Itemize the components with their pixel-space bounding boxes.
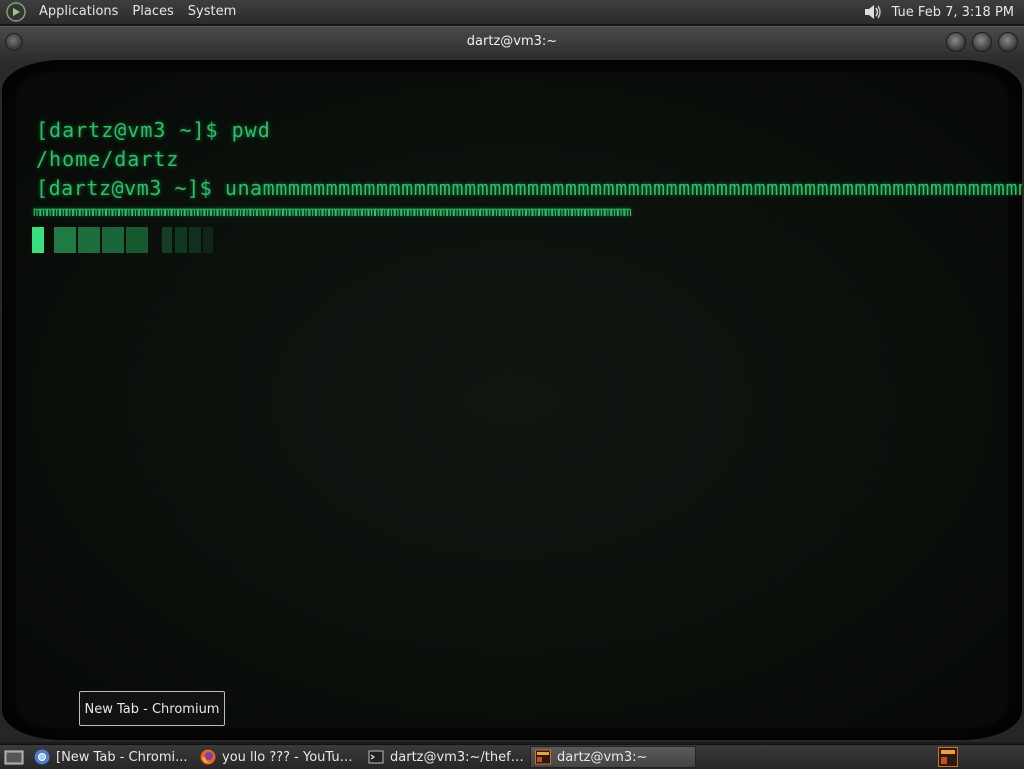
cursor-ghost [203,227,213,253]
task-label: dartz@vm3:~/thefuck [390,749,524,765]
task-chromium[interactable]: [New Tab - Chromi... [30,746,194,768]
panel-tray: Tue Feb 7, 3:18 PM [862,1,1024,23]
applications-logo-icon[interactable] [6,2,26,22]
volume-icon[interactable] [862,1,884,23]
crt-terminal-screen[interactable]: [dartz@vm3 ~]$ pwd /home/dartz [dartz@vm… [2,60,1022,740]
task-terminal-thefuck[interactable]: dartz@vm3:~/thefuck [364,746,528,768]
tray-crt-terminal-icon[interactable] [938,747,958,767]
window-titlebar[interactable]: dartz@vm3:~ [0,26,1024,57]
taskbar-tooltip: New Tab - Chromium [79,691,225,726]
cursor-ghost [78,227,100,253]
terminal-icon [368,750,384,764]
crt-terminal-icon [535,749,551,765]
clock[interactable]: Tue Feb 7, 3:18 PM [892,5,1024,20]
cursor-ghost [162,227,172,253]
cursor-ghost [189,227,201,253]
menu-applications[interactable]: Applications [32,0,125,24]
terminal-line-2: /home/dartz [36,147,180,171]
cursor-ghost [126,227,148,253]
task-label: you llo ??? - YouTub... [222,749,358,765]
firefox-icon [200,749,216,765]
maximize-button[interactable] [972,32,992,52]
window-title: dartz@vm3:~ [466,34,558,49]
minimize-button[interactable] [946,32,966,52]
close-button[interactable] [998,32,1018,52]
task-label: dartz@vm3:~ [557,749,648,765]
task-firefox[interactable]: you llo ??? - YouTub... [196,746,362,768]
terminal-line-1: [dartz@vm3 ~]$ pwd [36,118,271,142]
cursor-ghost [102,227,124,253]
terminal-line-3: [dartz@vm3 ~]$ unammmmmmmmmmmmmmmmmmmmmm… [36,176,1022,200]
bottom-panel: [New Tab - Chromi... you llo ??? - YouTu… [0,744,1024,769]
terminal-cursor [32,227,44,253]
menu-places[interactable]: Places [125,0,180,24]
task-label: [New Tab - Chromi... [56,749,188,765]
menu-system[interactable]: System [181,0,243,24]
show-desktop-icon[interactable] [4,748,24,766]
terminal-cursor-trail [32,227,215,253]
cursor-ghost [54,227,76,253]
terminal-window: dartz@vm3:~ [dartz@vm3 ~]$ pwd /home/dar… [0,26,1024,742]
terminal-line-4: mmmmmmmmmmmmmmmmmmmmmmmmmmmmmmmmmmmmmmmm… [33,205,632,220]
chromium-icon [34,749,50,765]
top-panel: Applications Places System Tue Feb 7, 3:… [0,0,1024,25]
cursor-ghost [175,227,187,253]
task-terminal-home[interactable]: dartz@vm3:~ [530,746,696,768]
